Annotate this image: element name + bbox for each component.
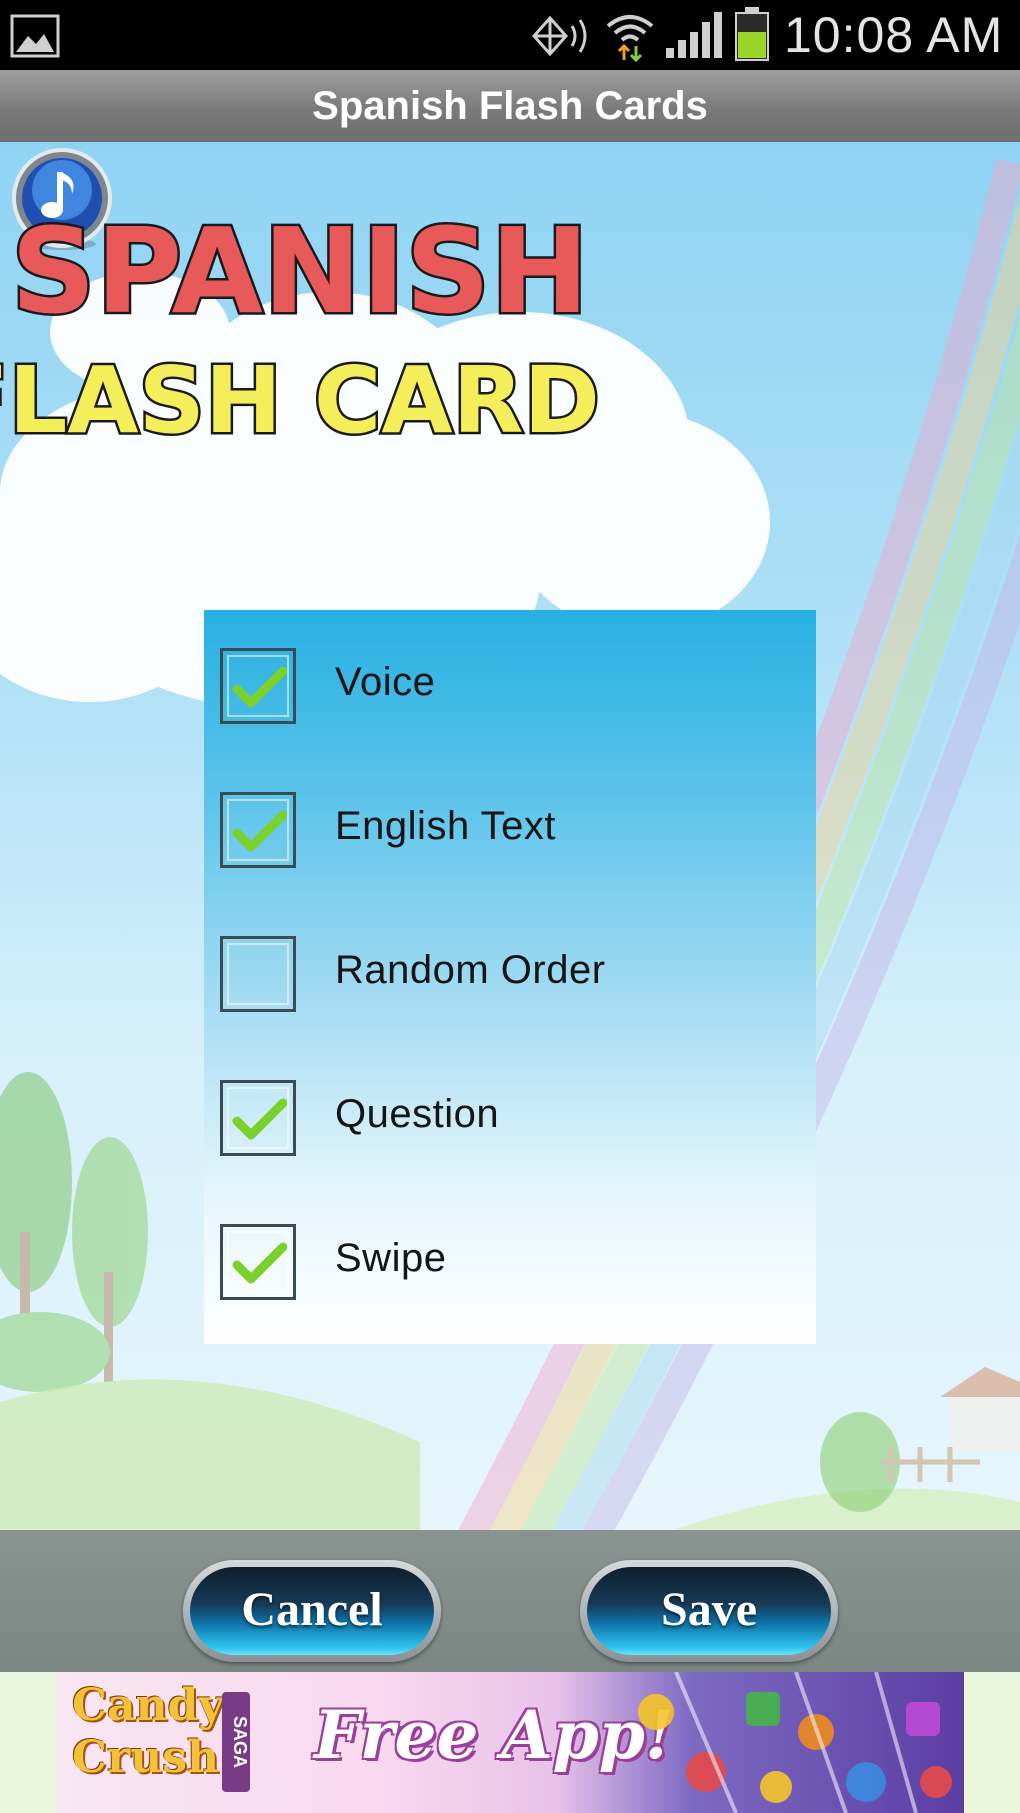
ad-brand: Candy Crush <box>72 1680 224 1783</box>
status-bar: 10:08 AM <box>0 0 1020 70</box>
cancel-button-label: Cancel <box>190 1567 434 1655</box>
battery-icon <box>735 7 769 61</box>
option-label: Swipe <box>335 1236 447 1280</box>
option-label: Question <box>335 1092 500 1136</box>
save-button-label: Save <box>587 1567 831 1655</box>
ad-banner[interactable]: Candy Crush SAGA Free App! <box>56 1672 964 1813</box>
ad-area: Candy Crush SAGA Free App! <box>0 1672 1020 1813</box>
option-voice[interactable]: Voice <box>204 610 816 734</box>
option-random-order[interactable]: Random Order <box>204 898 816 1022</box>
signal-icon <box>666 12 722 58</box>
app-title-bar: Spanish Flash Cards <box>0 70 1020 144</box>
gallery-icon <box>10 14 60 58</box>
option-label: Random Order <box>335 948 606 992</box>
app-logo: SPANISH FLASH CARDS <box>0 200 600 443</box>
checkmark-icon <box>232 1098 288 1140</box>
random-order-checkbox[interactable] <box>220 936 296 1012</box>
voice-checkbox[interactable] <box>220 648 296 724</box>
checkmark-icon <box>232 810 288 852</box>
option-question[interactable]: Question <box>204 1042 816 1166</box>
settings-options-panel: Voice English Text Random Order Question <box>204 610 816 1344</box>
option-swipe[interactable]: Swipe <box>204 1186 816 1310</box>
wifi-icon <box>606 15 654 62</box>
option-label: Voice <box>335 660 436 704</box>
background-scene: SPANISH FLASH CARDS Voice English Text R… <box>0 142 1020 1672</box>
save-button[interactable]: Save <box>580 1560 838 1662</box>
cancel-button[interactable]: Cancel <box>183 1560 441 1662</box>
swipe-checkbox[interactable] <box>220 1224 296 1300</box>
option-label: English Text <box>335 804 556 848</box>
candy-icon <box>638 1672 952 1813</box>
ad-saga-badge: SAGA <box>222 1692 250 1792</box>
checkmark-icon <box>232 666 288 708</box>
status-time: 10:08 AM <box>784 7 1004 63</box>
logo-line-1: SPANISH <box>11 202 589 340</box>
checkmark-icon <box>232 1242 288 1284</box>
english-text-checkbox[interactable] <box>220 792 296 868</box>
question-checkbox[interactable] <box>220 1080 296 1156</box>
option-english-text[interactable]: English Text <box>204 754 816 878</box>
action-button-bar: Cancel Save <box>0 1530 1020 1672</box>
logo-line-2: FLASH CARDS <box>0 347 600 442</box>
sync-icon <box>531 15 587 57</box>
app-title: Spanish Flash Cards <box>312 84 708 128</box>
